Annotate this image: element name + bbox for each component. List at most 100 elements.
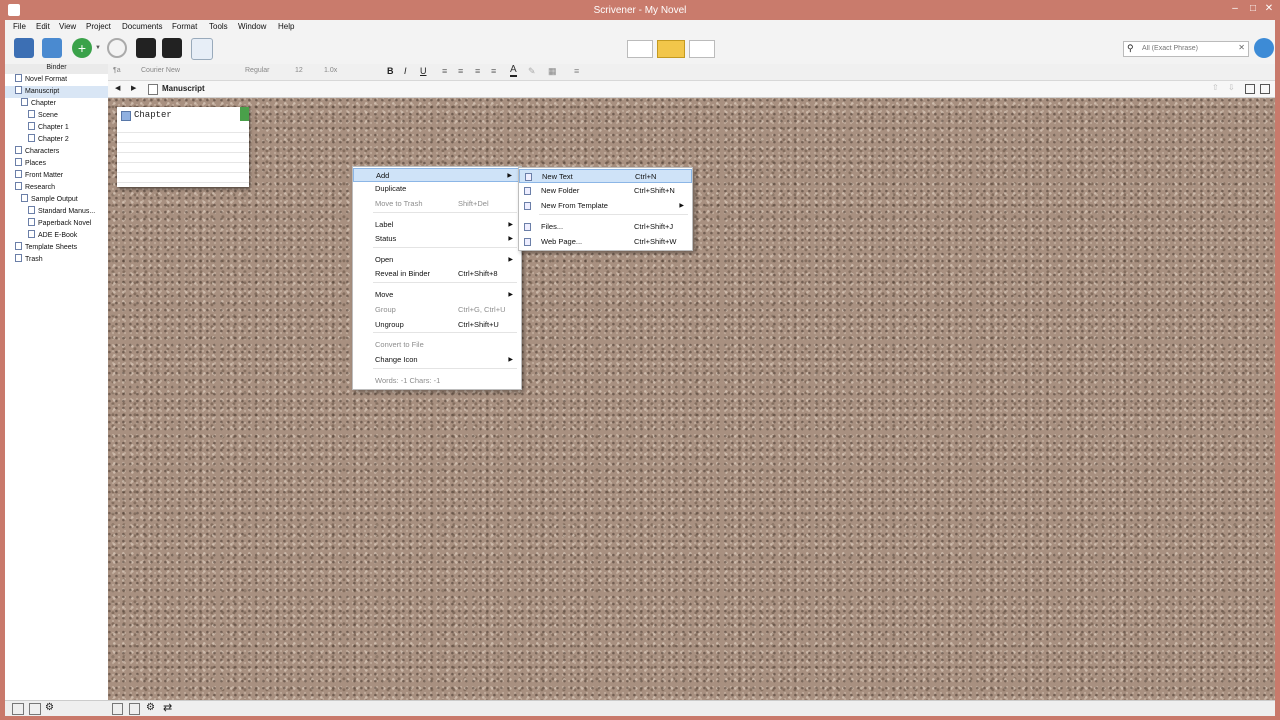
new-card-icon[interactable] [112,703,123,715]
binder-item-template-sheets[interactable]: Template Sheets [5,242,108,254]
forward-arrow-icon[interactable]: ▶ [131,84,136,92]
binder-item-chapter-2[interactable]: Chapter 2 [5,134,108,146]
menu-help[interactable]: Help [278,22,294,31]
search-input[interactable] [1142,43,1234,53]
compose-mode-icon[interactable] [162,38,182,58]
binder-item-research[interactable]: Research [5,182,108,194]
menu-format[interactable]: Format [172,22,197,31]
clear-search-icon[interactable]: ✕ [1238,43,1245,52]
binder-item-chapter[interactable]: Chapter [5,98,108,110]
binder-item-front-matter[interactable]: Front Matter [5,170,108,182]
menu-edit[interactable]: Edit [36,22,50,31]
next-doc-icon[interactable]: ⇩ [1228,83,1235,92]
menu-item-shortcut: Ctrl+Shift+J [634,222,674,231]
menu-window[interactable]: Window [238,22,266,31]
view-scrivenings-button[interactable] [627,40,653,58]
submenu-item-new-text[interactable]: New Text Ctrl+N [519,169,692,183]
menu-item-shortcut: Ctrl+N [635,172,657,181]
context-menu-item-ungroup[interactable]: Ungroup Ctrl+Shift+U [353,318,521,332]
font-select[interactable]: Courier New [141,67,241,74]
search-box[interactable]: ⚲ ✕ [1123,41,1249,57]
maximize-button[interactable]: □ [1246,3,1260,15]
delete-icon[interactable] [107,38,127,58]
font-style-select[interactable]: Regular [245,67,270,74]
bold-button[interactable]: B [387,66,394,76]
font-size-select[interactable]: 12 [295,67,303,74]
binder-item-icon [15,86,22,94]
binder-item-novel-format[interactable]: Novel Format [5,74,108,86]
key-icon[interactable] [136,38,156,58]
document-icon [148,84,158,95]
highlight-icon[interactable]: ✎ [528,66,536,77]
binder-item-ade-e-book[interactable]: ADE E-Book [5,230,108,242]
open-folder-button[interactable] [42,38,62,58]
underline-button[interactable]: U [420,66,427,76]
context-menu-item-change-icon[interactable]: Change Icon ▶ [353,353,521,367]
menu-item-label: Web Page... [541,237,583,246]
context-menu-item-label[interactable]: Label ▶ [353,218,521,232]
menu-documents[interactable]: Documents [122,22,162,31]
corkboard-settings-icon[interactable]: ⚙ [146,702,155,713]
binder-item-characters[interactable]: Characters [5,146,108,158]
menu-file[interactable]: File [13,22,26,31]
back-arrow-icon[interactable]: ◀ [115,84,120,92]
split-vertical-icon[interactable] [1260,84,1270,94]
split-horizontal-icon[interactable] [1245,84,1255,94]
submenu-item-new-folder[interactable]: New Folder Ctrl+Shift+N [519,184,692,198]
binder-item-manuscript[interactable]: Manuscript [5,86,108,98]
context-menu-item-add[interactable]: Add ▶ [353,168,521,182]
new-folder-icon[interactable] [29,703,41,715]
text-color-icon[interactable]: A [510,65,517,77]
close-button[interactable]: ✕ [1262,3,1276,15]
submenu-item-new-from-template[interactable]: New From Template ▶ [519,199,692,213]
binder-item-label: ADE E-Book [38,232,78,239]
binder-item-scene[interactable]: Scene [5,110,108,122]
new-item-icon[interactable] [12,703,24,715]
context-menu-item-open[interactable]: Open ▶ [353,253,521,267]
align-center-icon[interactable]: ≡ [458,66,463,76]
submenu-item-web-page[interactable]: Web Page... Ctrl+Shift+W [519,235,692,249]
minimize-button[interactable]: – [1228,3,1242,15]
context-menu-item-duplicate[interactable]: Duplicate [353,182,521,196]
inspector-icon[interactable] [191,38,213,60]
paragraph-style-select[interactable]: ¶a [113,67,121,74]
binder-item-standard-manus[interactable]: Standard Manus... [5,206,108,218]
window-title: Scrivener - My Novel [593,5,687,16]
italic-button[interactable]: I [404,66,407,76]
table-icon[interactable]: ▦ [548,66,557,77]
menu-item-label: New Folder [541,186,580,195]
binder-item-paperback-novel[interactable]: Paperback Novel [5,218,108,230]
context-menu-item-status[interactable]: Status ▶ [353,232,521,246]
context-menu-item-convert-to-file: Convert to File [353,338,521,352]
binder-item-icon [15,242,22,250]
add-dropdown-icon[interactable]: ▼ [95,45,101,51]
help-icon[interactable] [1254,38,1274,58]
align-right-icon[interactable]: ≡ [475,66,480,76]
context-menu-item-move[interactable]: Move ▶ [353,288,521,302]
swap-icon[interactable]: ⇄ [163,701,172,714]
binder-item-trash[interactable]: Trash [5,254,108,266]
binder-toggle-button[interactable] [14,38,34,58]
menu-tools[interactable]: Tools [209,22,228,31]
line-spacing-select[interactable]: 1.0x [324,67,337,74]
submenu-item-files[interactable]: Files... Ctrl+Shift+J [519,220,692,234]
add-icon[interactable]: + [72,38,92,58]
binder-item-places[interactable]: Places [5,158,108,170]
index-card[interactable]: Chapter [117,107,249,187]
view-corkboard-button[interactable] [657,40,685,58]
card-synopsis[interactable] [117,123,249,187]
settings-icon[interactable]: ⚙ [45,702,54,713]
binder-item-sample-output[interactable]: Sample Output [5,194,108,206]
prev-doc-icon[interactable]: ⇧ [1212,83,1219,92]
list-icon[interactable]: ≡ [574,66,579,76]
context-menu-item-reveal-in-binder[interactable]: Reveal in Binder Ctrl+Shift+8 [353,267,521,281]
search-icon[interactable]: ⚲ [1127,43,1134,54]
menu-project[interactable]: Project [86,22,111,31]
view-outliner-button[interactable] [689,40,715,58]
menu-view[interactable]: View [59,22,76,31]
binder-item-chapter-1[interactable]: Chapter 1 [5,122,108,134]
new-folder-card-icon[interactable] [129,703,140,715]
align-justify-icon[interactable]: ≡ [491,66,496,76]
align-left-icon[interactable]: ≡ [442,66,447,76]
card-title[interactable]: Chapter [134,110,172,120]
